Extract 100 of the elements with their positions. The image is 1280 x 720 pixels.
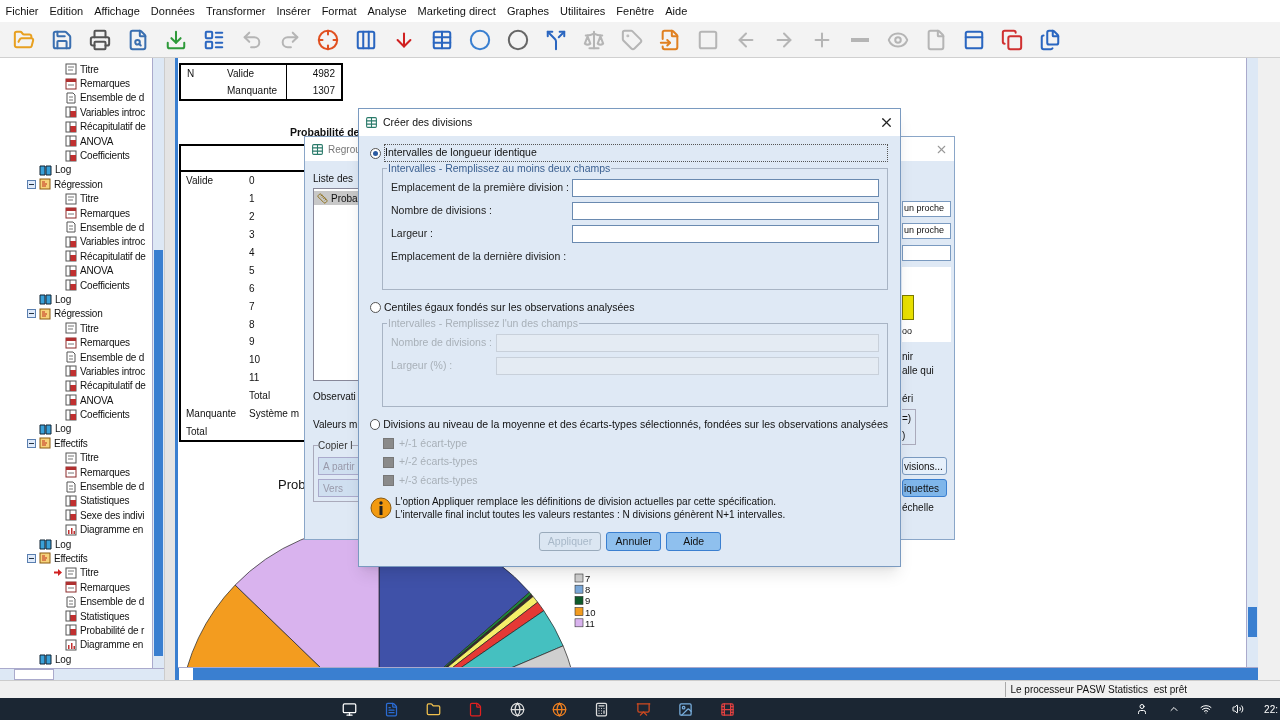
- tree-item[interactable]: Récapitulatif de: [80, 119, 146, 135]
- horizontal-scrollbar[interactable]: [0, 668, 164, 680]
- dialog-button[interactable]: iquettes: [902, 479, 947, 497]
- radio-button[interactable]: [370, 147, 381, 159]
- tree-item[interactable]: Ensemble de d: [80, 90, 145, 106]
- tree-item[interactable]: Titre: [80, 61, 99, 77]
- tree-item[interactable]: Statistiques: [80, 608, 130, 624]
- tree-item[interactable]: Régression: [54, 176, 103, 192]
- tree-item[interactable]: Récapitulatif de: [80, 248, 146, 264]
- tree-item[interactable]: Diagramme en: [80, 637, 144, 653]
- tree-item[interactable]: Ensemble de d: [80, 349, 145, 365]
- menu-item[interactable]: Données: [145, 2, 201, 20]
- tree-item[interactable]: ANOVA: [80, 263, 114, 279]
- dialog-button[interactable]: visions...: [902, 457, 947, 475]
- tree-item[interactable]: Remarques: [80, 579, 130, 595]
- close-icon[interactable]: [879, 115, 894, 130]
- tree-item[interactable]: Log: [55, 291, 72, 307]
- menu-item[interactable]: Insérer: [270, 2, 317, 20]
- tree-item[interactable]: Log: [55, 162, 72, 178]
- table-cell-text: 7: [249, 299, 255, 314]
- menu-item[interactable]: Edition: [44, 2, 89, 20]
- menu-item[interactable]: Format: [316, 2, 362, 20]
- tree-item[interactable]: Titre: [80, 565, 99, 581]
- description-text: nir: [902, 350, 915, 364]
- input-field[interactable]: [572, 179, 879, 198]
- option-label[interactable]: échelle: [902, 500, 951, 515]
- tree-item[interactable]: Coefficients: [80, 148, 130, 164]
- collapse-box-icon[interactable]: [27, 438, 36, 448]
- tree-item[interactable]: Effectifs: [54, 435, 88, 451]
- horizontal-scrollbar[interactable]: [178, 667, 1258, 680]
- tree-item[interactable]: Titre: [80, 191, 99, 207]
- tree-item[interactable]: Régression: [54, 306, 103, 322]
- tree-item[interactable]: Remarques: [80, 335, 130, 351]
- tree-item[interactable]: Remarques: [80, 76, 130, 92]
- tree-item[interactable]: Log: [55, 421, 72, 437]
- tree-item[interactable]: Variables introc: [80, 104, 145, 120]
- collapse-box-icon[interactable]: [27, 179, 36, 189]
- dialog-button[interactable]: Annuler: [606, 532, 662, 551]
- text-field[interactable]: un proche: [902, 201, 951, 217]
- menu-item[interactable]: Graphes: [501, 2, 555, 20]
- list-item[interactable]: Proba: [314, 191, 358, 205]
- vertical-scrollbar[interactable]: [1246, 58, 1258, 667]
- tree-item[interactable]: Probabilité de r: [80, 622, 145, 638]
- radio-label[interactable]: Divisions au niveau de la moyenne et des écarts-types sélectionnés, fondées sur les observations analysées: [383, 416, 888, 433]
- tree-item[interactable]: ANOVA: [80, 392, 114, 408]
- clock: 22:: [1264, 702, 1279, 717]
- tree-item[interactable]: Récapitulatif de: [80, 378, 146, 394]
- tree-item[interactable]: ANOVA: [80, 133, 114, 149]
- tree-item[interactable]: Statistiques: [80, 493, 130, 509]
- procedure-icon: [39, 178, 51, 191]
- menu-item[interactable]: Marketing direct: [412, 2, 502, 20]
- vertical-scrollbar[interactable]: [152, 58, 164, 668]
- group-title: Intervalles - Remplissez au moins deux champs: [387, 161, 612, 176]
- tree-item[interactable]: Ensemble de d: [80, 220, 145, 235]
- tree-item[interactable]: Diagramme en: [80, 522, 144, 538]
- tree-item[interactable]: Titre: [80, 320, 99, 336]
- tree-item[interactable]: Variables introc: [80, 363, 145, 379]
- tree-item[interactable]: Ensemble de d: [80, 479, 145, 495]
- menu-item[interactable]: Transformer: [200, 2, 271, 20]
- checkbox[interactable]: [383, 475, 394, 487]
- menu-item[interactable]: Fichier: [0, 2, 44, 20]
- legend-label: 11: [585, 618, 595, 630]
- tree-item[interactable]: Ensemble de d: [80, 594, 145, 610]
- radio-button[interactable]: [370, 302, 381, 314]
- text-field[interactable]: [902, 245, 951, 261]
- columns-icon: [355, 28, 377, 51]
- radio-label[interactable]: Centiles égaux fondés sur les observations analysées: [384, 299, 635, 316]
- menu-item[interactable]: Aide: [659, 2, 693, 20]
- radio-button[interactable]: [370, 419, 381, 430]
- tree-item[interactable]: Sexe des indivi: [80, 507, 145, 523]
- text-field[interactable]: un proche: [902, 223, 951, 239]
- menu-item[interactable]: Affichage: [88, 2, 146, 20]
- dialog-button[interactable]: Aide: [666, 532, 722, 551]
- tree-item[interactable]: Remarques: [80, 205, 130, 221]
- collapse-box-icon[interactable]: [27, 553, 36, 563]
- menu-item[interactable]: Utilitaires: [554, 2, 611, 20]
- table-cell-text: 3: [249, 228, 255, 243]
- tree-item[interactable]: Coefficients: [80, 277, 130, 293]
- menu-item[interactable]: Analyse: [361, 2, 413, 20]
- circle-icon: [507, 28, 529, 51]
- collapse-box-icon[interactable]: [27, 309, 36, 319]
- input-field[interactable]: [572, 225, 879, 244]
- tree-item[interactable]: Variables introc: [80, 234, 145, 250]
- checkbox[interactable]: [383, 456, 394, 468]
- tree-item[interactable]: Titre: [80, 450, 99, 466]
- radio-label[interactable]: Intervalles de longueur identique: [384, 144, 888, 162]
- input-field[interactable]: [572, 202, 879, 221]
- title-page-icon: [65, 566, 77, 579]
- tree-item[interactable]: Coefficients: [80, 407, 130, 423]
- circle-icon: [469, 28, 491, 51]
- menu-item[interactable]: Fenêtre: [610, 2, 660, 20]
- checkbox[interactable]: [383, 438, 394, 450]
- app-icon: [365, 116, 378, 129]
- tree-item[interactable]: Effectifs: [54, 551, 88, 566]
- table-icon: [65, 394, 77, 407]
- table-icon: [65, 135, 77, 148]
- tree-item[interactable]: Log: [55, 536, 72, 552]
- table-title: Probabilité de: [290, 125, 360, 141]
- tree-item[interactable]: Remarques: [80, 464, 130, 480]
- tree-item[interactable]: Log: [55, 651, 72, 667]
